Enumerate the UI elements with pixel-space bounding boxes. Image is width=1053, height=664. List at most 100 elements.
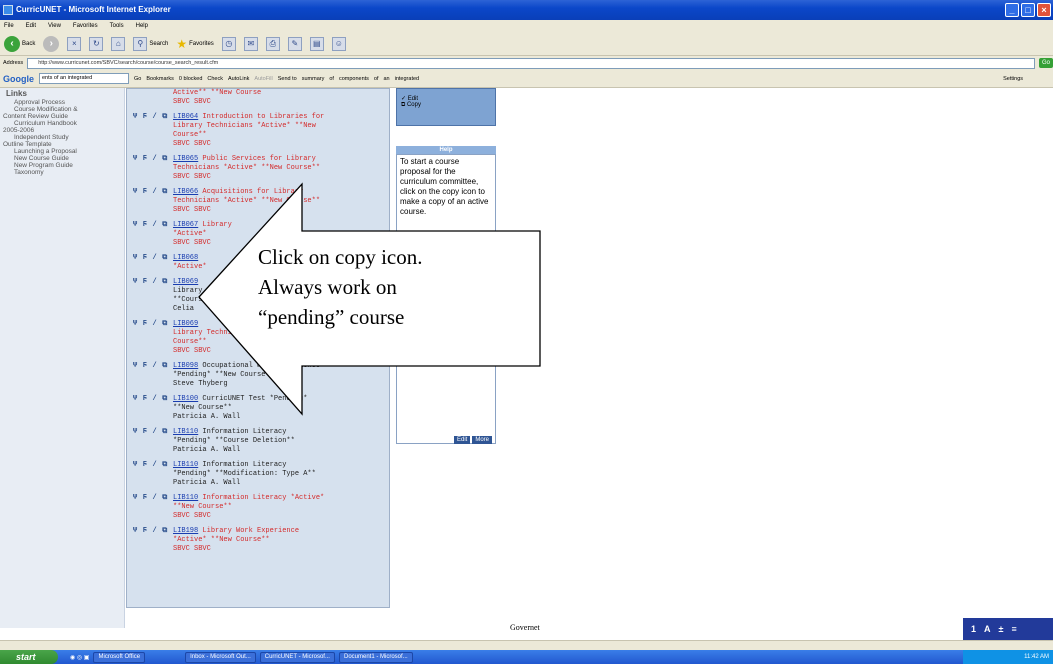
bookmarks-button[interactable]: Bookmarks — [146, 76, 174, 82]
compare-icon[interactable]: Ϝ — [143, 396, 150, 403]
menu-help[interactable]: Help — [136, 20, 148, 32]
discuss-icon[interactable]: ▤ — [309, 36, 324, 51]
taskbar-item[interactable]: CurricUNET - Microsof... — [259, 651, 335, 663]
compare-icon[interactable]: Ϝ — [143, 528, 150, 535]
edit-icon[interactable]: / — [153, 363, 160, 370]
course-code-link[interactable]: LIB065 — [173, 155, 198, 163]
edit-icon[interactable]: / — [153, 321, 160, 328]
history-icon[interactable]: ◷ — [221, 36, 236, 51]
compare-icon[interactable]: Ϝ — [143, 189, 150, 196]
view-icon[interactable]: Ψ — [133, 156, 140, 163]
refresh-icon[interactable]: ↻ — [89, 36, 104, 51]
maximize-button[interactable]: □ — [1021, 3, 1035, 17]
google-go-button[interactable]: Go — [134, 76, 141, 82]
search-button[interactable]: ⚲ Search — [133, 36, 168, 51]
copy-action[interactable]: ⧉ Copy — [401, 102, 491, 109]
highlight-term[interactable]: summary — [302, 76, 325, 82]
edit-page-icon[interactable]: ✎ — [287, 36, 302, 51]
language-bar[interactable]: 1 A ± ≡ — [963, 618, 1053, 640]
copy-icon[interactable]: ⧉ — [162, 279, 169, 286]
taskbar-item[interactable]: Inbox - Microsoft Out... — [185, 651, 256, 663]
copy-icon[interactable]: ⧉ — [162, 429, 169, 436]
copy-icon[interactable]: ⧉ — [162, 156, 169, 163]
messenger-icon[interactable]: ☺ — [331, 36, 346, 51]
copy-icon[interactable]: ⧉ — [162, 396, 169, 403]
compare-icon[interactable]: Ϝ — [143, 279, 150, 286]
nav-link[interactable]: 2005-2006 — [0, 127, 124, 134]
compare-icon[interactable]: Ϝ — [143, 363, 150, 370]
course-code-link[interactable]: LIB068 — [173, 254, 198, 262]
compare-icon[interactable]: Ϝ — [143, 429, 150, 436]
spellcheck-button[interactable]: Check — [207, 76, 223, 82]
edit-icon[interactable]: / — [153, 114, 160, 121]
edit-icon[interactable]: / — [153, 462, 160, 469]
address-go-button[interactable]: Go — [1039, 58, 1053, 68]
back-button[interactable]: ‹ Back — [4, 35, 35, 52]
edit-icon[interactable]: / — [153, 189, 160, 196]
course-code-link[interactable]: LIB064 — [173, 113, 198, 121]
course-code-link[interactable]: LIB110 — [173, 428, 198, 436]
nav-link[interactable]: Content Review Guide — [0, 113, 124, 120]
nav-link[interactable]: Curriculum Handbook — [0, 120, 124, 127]
menu-edit[interactable]: Edit — [26, 20, 36, 32]
copy-icon[interactable]: ⧉ — [162, 114, 169, 121]
compare-icon[interactable]: Ϝ — [143, 495, 150, 502]
view-icon[interactable]: Ψ — [133, 189, 140, 196]
compare-icon[interactable]: Ϝ — [143, 156, 150, 163]
copy-icon[interactable]: ⧉ — [162, 363, 169, 370]
copy-icon[interactable]: ⧉ — [162, 255, 169, 262]
help-edit-button[interactable]: Edit — [454, 436, 471, 444]
taskbar-item[interactable]: Document1 - Microsof... — [338, 651, 413, 663]
edit-icon[interactable]: / — [153, 528, 160, 535]
minimize-button[interactable]: _ — [1005, 3, 1019, 17]
copy-icon[interactable]: ⧉ — [162, 189, 169, 196]
view-icon[interactable]: Ψ — [133, 495, 140, 502]
copy-icon[interactable]: ⧉ — [162, 321, 169, 328]
address-input[interactable]: http://www.curricunet.com/SBVC/search/co… — [27, 57, 1035, 69]
course-code-link[interactable]: LIB067 — [173, 221, 198, 229]
edit-icon[interactable]: / — [153, 429, 160, 436]
nav-link[interactable]: Independent Study — [0, 134, 124, 141]
course-code-link[interactable]: LIB198 — [173, 527, 198, 535]
favorites-button[interactable]: ★ Favorites — [176, 37, 213, 51]
course-code-link[interactable]: LIB069 — [173, 320, 198, 328]
taskbar-item[interactable]: Microsoft Office — [93, 651, 146, 663]
autofill-button[interactable]: AutoFill — [254, 76, 272, 82]
google-search-input[interactable]: ents of an integrated — [39, 73, 129, 84]
start-button[interactable]: start — [0, 650, 58, 664]
highlight-term[interactable]: of — [329, 76, 334, 82]
copy-icon[interactable]: ⧉ — [162, 462, 169, 469]
view-icon[interactable]: Ψ — [133, 462, 140, 469]
edit-icon[interactable]: / — [153, 156, 160, 163]
compare-icon[interactable]: Ϝ — [143, 462, 150, 469]
compare-icon[interactable]: Ϝ — [143, 321, 150, 328]
menu-file[interactable]: File — [4, 20, 14, 32]
nav-link[interactable]: Course Modification & — [0, 106, 124, 113]
copy-icon[interactable]: ⧉ — [162, 528, 169, 535]
mail-icon[interactable]: ✉ — [243, 36, 258, 51]
view-icon[interactable]: Ψ — [133, 255, 140, 262]
autolink-button[interactable]: AutoLink — [228, 76, 249, 82]
edit-icon[interactable]: / — [153, 279, 160, 286]
edit-icon[interactable]: / — [153, 255, 160, 262]
print-icon[interactable]: ⎙ — [265, 36, 280, 51]
copy-icon[interactable]: ⧉ — [162, 222, 169, 229]
view-icon[interactable]: Ψ — [133, 363, 140, 370]
highlight-term[interactable]: integrated — [395, 76, 419, 82]
course-code-link[interactable]: LIB110 — [173, 494, 198, 502]
view-icon[interactable]: Ψ — [133, 114, 140, 121]
nav-link[interactable]: Launching a Proposal — [0, 148, 124, 155]
edit-action[interactable]: ✓ Edit — [401, 95, 491, 102]
compare-icon[interactable]: Ϝ — [143, 114, 150, 121]
stop-icon[interactable]: × — [67, 36, 82, 51]
menu-tools[interactable]: Tools — [110, 20, 124, 32]
view-icon[interactable]: Ψ — [133, 429, 140, 436]
edit-icon[interactable]: / — [153, 222, 160, 229]
nav-link[interactable]: Approval Process — [0, 99, 124, 106]
compare-icon[interactable]: Ϝ — [143, 255, 150, 262]
close-button[interactable]: × — [1037, 3, 1051, 17]
edit-icon[interactable]: / — [153, 495, 160, 502]
view-icon[interactable]: Ψ — [133, 279, 140, 286]
google-logo[interactable]: Google — [3, 74, 34, 84]
google-settings-button[interactable]: Settings — [1003, 76, 1023, 82]
